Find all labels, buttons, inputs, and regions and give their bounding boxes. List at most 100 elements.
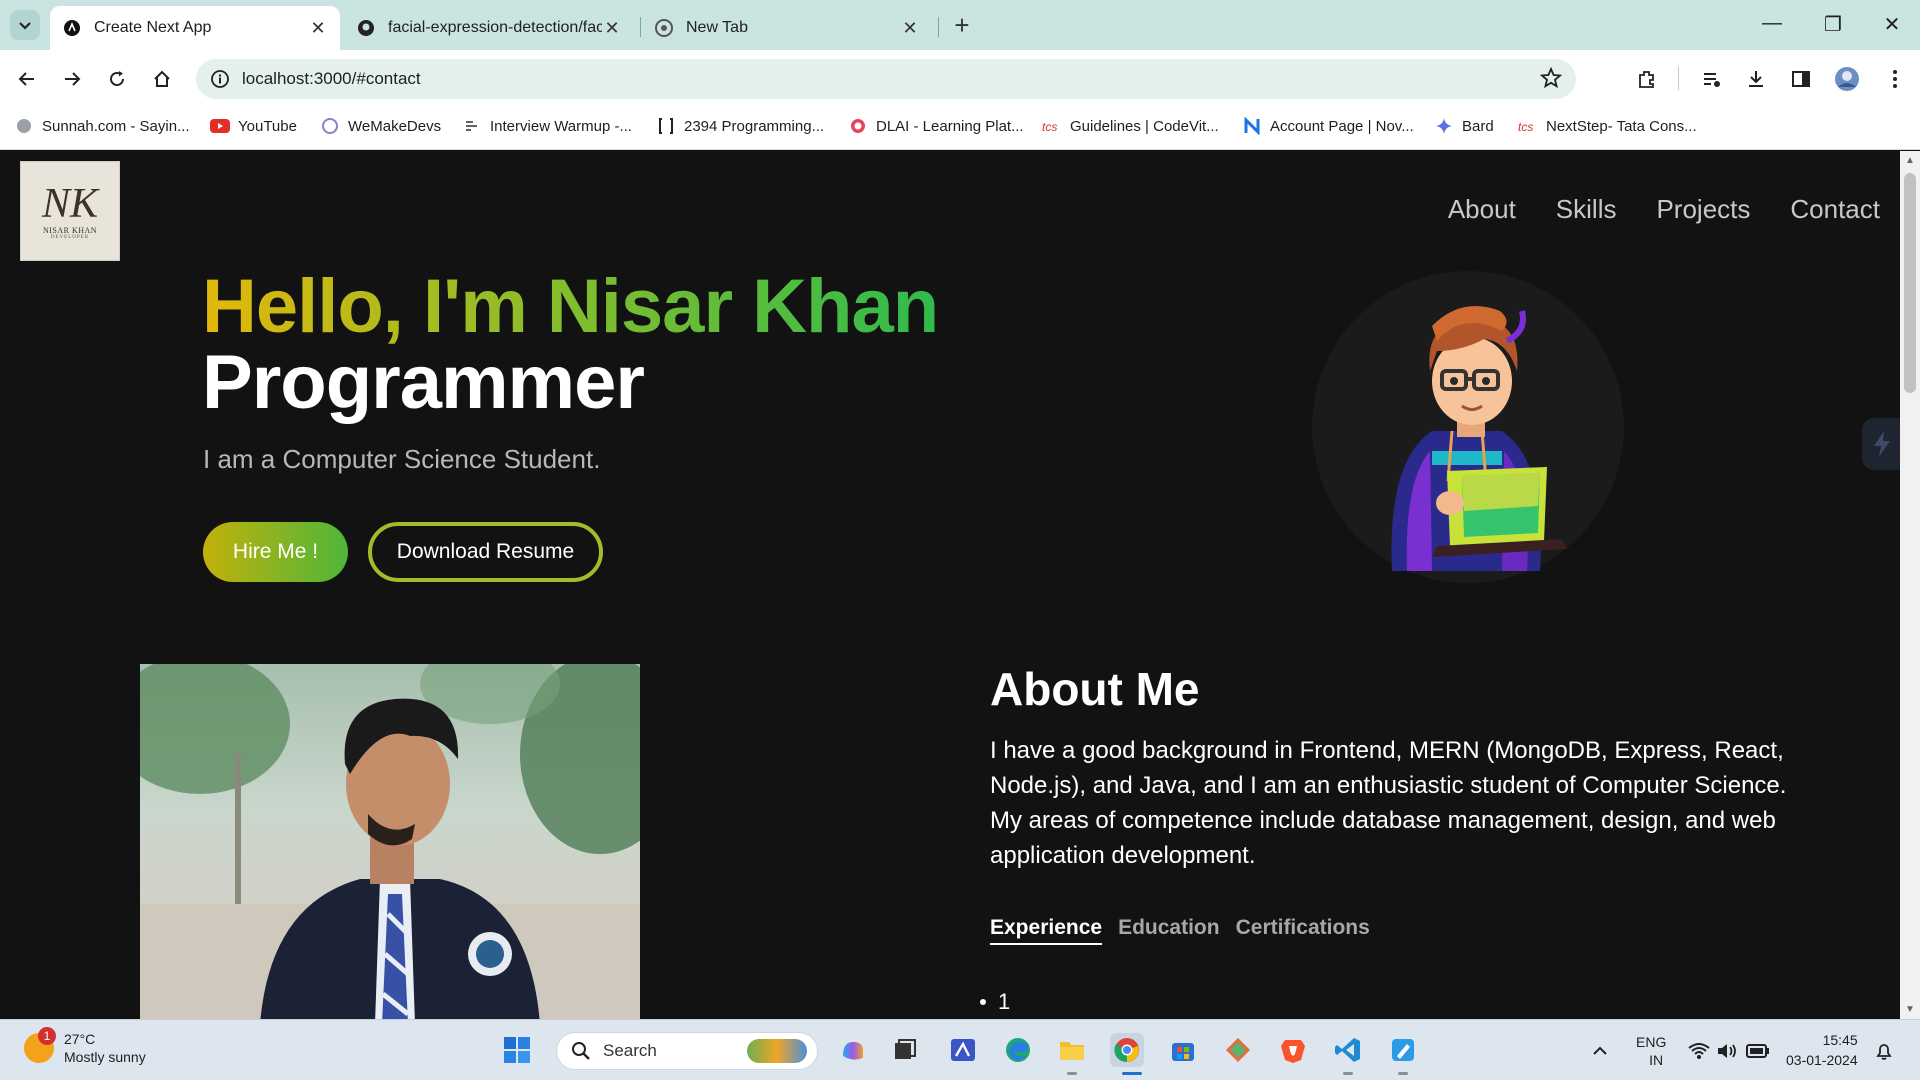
about-title: About Me xyxy=(990,663,1200,715)
nav-contact[interactable]: Contact xyxy=(1790,194,1880,225)
restore-icon[interactable]: ❐ xyxy=(1818,12,1848,37)
tab-close-icon[interactable]: ✕ xyxy=(308,18,328,39)
reload-icon[interactable] xyxy=(102,64,132,94)
bookmark-programming[interactable]: 2394 Programming... xyxy=(656,116,824,136)
dlai-icon xyxy=(848,116,868,136)
bookmark-sunnah[interactable]: Sunnah.com - Sayin... xyxy=(14,116,190,136)
bookmark-nextstep[interactable]: tcs NextStep- Tata Cons... xyxy=(1518,116,1697,136)
search-placeholder: Search xyxy=(603,1041,657,1060)
bullet-icon xyxy=(980,999,986,1005)
running-indicator xyxy=(1398,1072,1408,1075)
bookmark-codevita[interactable]: tcs Guidelines | CodeVit... xyxy=(1042,116,1219,136)
tab-experience[interactable]: Experience xyxy=(990,916,1103,945)
github-icon xyxy=(356,18,376,38)
git-app-icon[interactable] xyxy=(1221,1033,1255,1067)
tab-certifications[interactable]: Certifications xyxy=(1236,916,1370,945)
nav-projects[interactable]: Projects xyxy=(1656,194,1750,225)
cartoon-avatar-illustration xyxy=(1391,306,1567,571)
bookmark-label: DLAI - Learning Plat... xyxy=(876,117,1024,135)
profile-avatar[interactable] xyxy=(1832,64,1862,94)
search-icon xyxy=(572,1042,590,1060)
clock-date: 03-01-2024 xyxy=(1786,1052,1858,1068)
nav-skills[interactable]: Skills xyxy=(1556,194,1617,225)
volume-icon[interactable] xyxy=(1716,1020,1738,1080)
brave-browser-icon[interactable] xyxy=(1276,1033,1310,1067)
close-window-icon[interactable]: ✕ xyxy=(1877,12,1907,37)
scroll-down-arrow-icon[interactable]: ▼ xyxy=(1905,1004,1915,1015)
side-panel-icon[interactable] xyxy=(1786,64,1816,94)
lightning-icon xyxy=(1874,431,1890,457)
language-region: IN xyxy=(1649,1051,1664,1068)
bookmark-label: Bard xyxy=(1462,117,1494,135)
forward-arrow-icon[interactable] xyxy=(57,64,87,94)
microsoft-store-icon[interactable] xyxy=(1166,1033,1200,1067)
tab-new-tab[interactable]: New Tab ✕ xyxy=(642,6,932,50)
scrollbar-thumb[interactable] xyxy=(1904,173,1916,393)
bookmark-label: Guidelines | CodeVit... xyxy=(1070,117,1219,135)
weather-temp: 27°C xyxy=(64,1031,96,1047)
bookmark-account-page[interactable]: Account Page | Nov... xyxy=(1242,116,1414,136)
edge-browser-icon[interactable] xyxy=(1001,1033,1035,1067)
bookmark-bard[interactable]: Bard xyxy=(1434,116,1494,136)
paint-app-icon[interactable] xyxy=(1386,1033,1420,1067)
sunnah-icon xyxy=(14,116,34,136)
tab-create-next-app[interactable]: Create Next App ✕ xyxy=(50,6,340,50)
system-clock[interactable]: 15:45 03-01-2024 xyxy=(1786,1030,1858,1070)
weather-desc: Mostly sunny xyxy=(64,1049,146,1065)
chrome-taskbar-icon[interactable] xyxy=(1110,1033,1144,1067)
file-explorer-icon[interactable] xyxy=(1055,1033,1089,1067)
menu-kebab-icon[interactable] xyxy=(1880,64,1910,94)
bookmark-label: Sunnah.com - Sayin... xyxy=(42,117,190,135)
about-tabs: Experience Education Certifications xyxy=(990,916,1370,945)
nav-about[interactable]: About xyxy=(1448,194,1516,225)
home-icon[interactable] xyxy=(147,64,177,94)
svg-text:tcs: tcs xyxy=(1518,120,1533,133)
bookmark-star-icon[interactable] xyxy=(1539,66,1563,94)
media-queue-icon[interactable] xyxy=(1697,64,1727,94)
scroll-up-arrow-icon[interactable]: ▲ xyxy=(1905,155,1915,166)
vscode-icon[interactable] xyxy=(1331,1033,1365,1067)
tab-github[interactable]: facial-expression-detection/fac ✕ xyxy=(344,6,634,50)
wifi-icon[interactable] xyxy=(1688,1020,1710,1080)
language-indicator[interactable]: ENG IN xyxy=(1636,1020,1666,1080)
taskbar-search[interactable]: Search xyxy=(556,1032,818,1070)
download-icon[interactable] xyxy=(1741,64,1771,94)
download-resume-button[interactable]: Download Resume xyxy=(368,522,603,582)
bard-sparkle-icon xyxy=(1434,116,1454,136)
tab-close-icon[interactable]: ✕ xyxy=(602,18,622,39)
weather-widget[interactable]: 1 27°C Mostly sunny xyxy=(24,1027,146,1066)
bookmark-dlai[interactable]: DLAI - Learning Plat... xyxy=(848,116,1024,136)
address-bar[interactable]: localhost:3000/#contact xyxy=(196,59,1576,99)
bookmark-label: 2394 Programming... xyxy=(684,117,825,135)
bookmark-youtube[interactable]: YouTube xyxy=(210,116,297,136)
tab-education[interactable]: Education xyxy=(1118,916,1220,945)
copilot-icon[interactable] xyxy=(836,1033,870,1067)
bookmark-wemakedevs[interactable]: WeMakeDevs xyxy=(320,116,441,136)
site-logo[interactable]: NK NISAR KHAN DEVELOPER xyxy=(20,161,120,261)
windows-start-icon[interactable] xyxy=(500,1033,534,1067)
back-arrow-icon[interactable] xyxy=(12,64,42,94)
extensions-puzzle-icon[interactable] xyxy=(1632,64,1662,94)
hire-me-button[interactable]: Hire Me ! xyxy=(203,522,348,582)
site-info-icon[interactable] xyxy=(210,69,230,94)
notification-bell-icon[interactable] xyxy=(1874,1020,1894,1080)
search-highlight-icon xyxy=(747,1039,807,1063)
tab-separator xyxy=(938,17,939,37)
notification-badge: 1 xyxy=(38,1027,56,1045)
tab-label: New Tab xyxy=(686,19,748,36)
minimize-icon[interactable]: — xyxy=(1757,12,1787,35)
tab-label: facial-expression-detection/fac xyxy=(388,19,602,36)
bookmark-interview-warmup[interactable]: Interview Warmup -... xyxy=(462,116,632,136)
hero-role: Programmer xyxy=(202,340,645,425)
interview-warmup-icon xyxy=(462,116,482,136)
whiteboard-app-icon[interactable] xyxy=(946,1033,980,1067)
new-tab-plus-icon[interactable]: + xyxy=(950,12,974,38)
task-view-icon[interactable] xyxy=(888,1033,922,1067)
floating-side-widget[interactable] xyxy=(1862,418,1900,470)
tab-close-icon[interactable]: ✕ xyxy=(900,18,920,39)
active-indicator xyxy=(1122,1072,1142,1075)
tray-overflow-chevron-icon[interactable] xyxy=(1592,1020,1608,1080)
tab-search-button[interactable] xyxy=(10,10,40,40)
battery-icon[interactable] xyxy=(1746,1020,1770,1080)
page-scrollbar[interactable]: ▲ ▼ xyxy=(1900,151,1920,1019)
